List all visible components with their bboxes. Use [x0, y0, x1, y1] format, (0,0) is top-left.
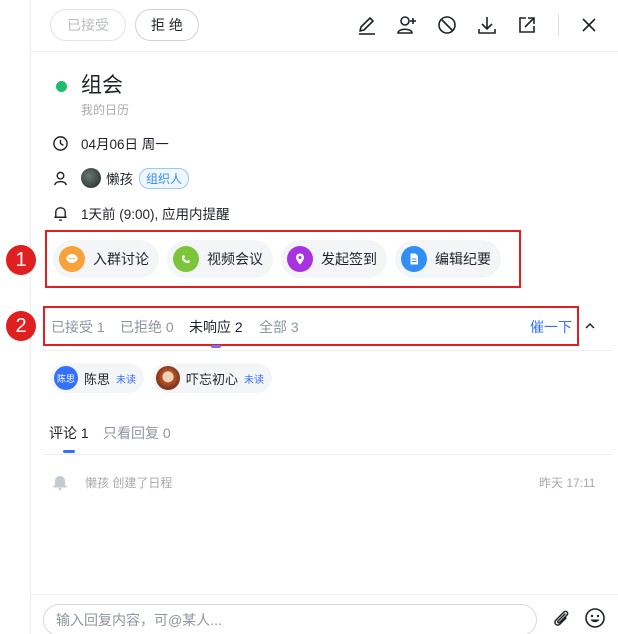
tab-all[interactable]: 全部 3 [259, 317, 299, 337]
event-date: 04月06日 周一 [81, 137, 169, 152]
reminder-text: 1天前 (9:00), 应用内提醒 [81, 207, 230, 222]
start-checkin-button[interactable]: 发起签到 [281, 240, 387, 278]
divider [43, 350, 613, 351]
edit-minutes-button[interactable]: 编辑纪要 [395, 240, 501, 278]
activity-log-item: 懒孩 创建了日程 [51, 473, 172, 491]
log-actor: 懒孩 [85, 475, 110, 490]
toolbar: 已接受 拒 绝 [31, 0, 618, 52]
tab-comments[interactable]: 评论 1 [49, 423, 89, 443]
event-detail-panel: 已接受 拒 绝 组会 我的日历 04月06日 周一 懒孩 组织人 1天前 (9:… [30, 0, 618, 634]
video-call-icon [173, 246, 199, 272]
event-title: 组会 [81, 74, 123, 97]
avatar: 陈思 [54, 366, 78, 390]
log-timestamp: 昨天 17:11 [539, 476, 596, 490]
calendar-name: 我的日历 [81, 103, 130, 117]
attendee-chip[interactable]: 吓忘初心 未读 [153, 363, 273, 393]
toolbar-divider [558, 14, 559, 36]
action-label: 入群讨论 [93, 251, 149, 267]
paperclip-icon[interactable] [548, 605, 574, 631]
annotation-badge-1: 1 [6, 245, 36, 275]
active-tab-indicator [211, 345, 221, 348]
emoji-icon[interactable] [582, 605, 608, 631]
divider [43, 454, 613, 455]
bell-icon [51, 204, 69, 222]
ban-icon[interactable] [434, 12, 460, 38]
accepted-button[interactable]: 已接受 [50, 9, 126, 41]
status-dot [56, 81, 67, 92]
bell-icon [51, 473, 69, 491]
active-tab-indicator [63, 450, 75, 453]
reply-input[interactable] [43, 604, 537, 634]
log-action: 创建了日程 [112, 475, 173, 490]
avatar [156, 366, 180, 390]
unread-badge: 未读 [116, 374, 137, 386]
tab-replies-only[interactable]: 只看回复 0 [103, 423, 171, 443]
close-icon[interactable] [576, 12, 602, 38]
organizer-tag: 组织人 [139, 167, 190, 189]
date-row: 04月06日 周一 [51, 132, 169, 154]
annotation-badge-2: 2 [6, 311, 36, 341]
divider [31, 594, 618, 595]
remind-button[interactable]: 催一下 [530, 317, 572, 337]
share-external-icon[interactable] [514, 12, 540, 38]
tab-no-response[interactable]: 未响应 2 [189, 317, 243, 337]
location-pin-icon [287, 246, 313, 272]
video-meeting-button[interactable]: 视频会议 [167, 240, 273, 278]
attendee-chip[interactable]: 陈思 陈思 未读 [51, 363, 145, 393]
tab-accepted[interactable]: 已接受 1 [51, 317, 105, 337]
organizer-name[interactable]: 懒孩 [106, 168, 133, 188]
join-group-chat-button[interactable]: 入群讨论 [53, 240, 159, 278]
tab-declined[interactable]: 已拒绝 0 [120, 317, 174, 337]
add-person-icon[interactable] [394, 12, 420, 38]
action-label: 视频会议 [207, 251, 263, 267]
unread-badge: 未读 [244, 374, 265, 386]
reject-button[interactable]: 拒 绝 [135, 9, 199, 41]
people-icon [51, 169, 69, 187]
clock-icon [51, 134, 69, 152]
action-label: 编辑纪要 [435, 251, 491, 267]
reminder-row: 1天前 (9:00), 应用内提醒 [51, 202, 230, 224]
avatar[interactable] [81, 168, 101, 188]
action-label: 发起签到 [321, 251, 377, 267]
document-icon [401, 246, 427, 272]
organizer-row: 懒孩 组织人 [51, 167, 190, 189]
chevron-up-icon[interactable] [582, 318, 598, 334]
download-icon[interactable] [474, 12, 500, 38]
chat-icon [59, 246, 85, 272]
edit-icon[interactable] [354, 12, 380, 38]
